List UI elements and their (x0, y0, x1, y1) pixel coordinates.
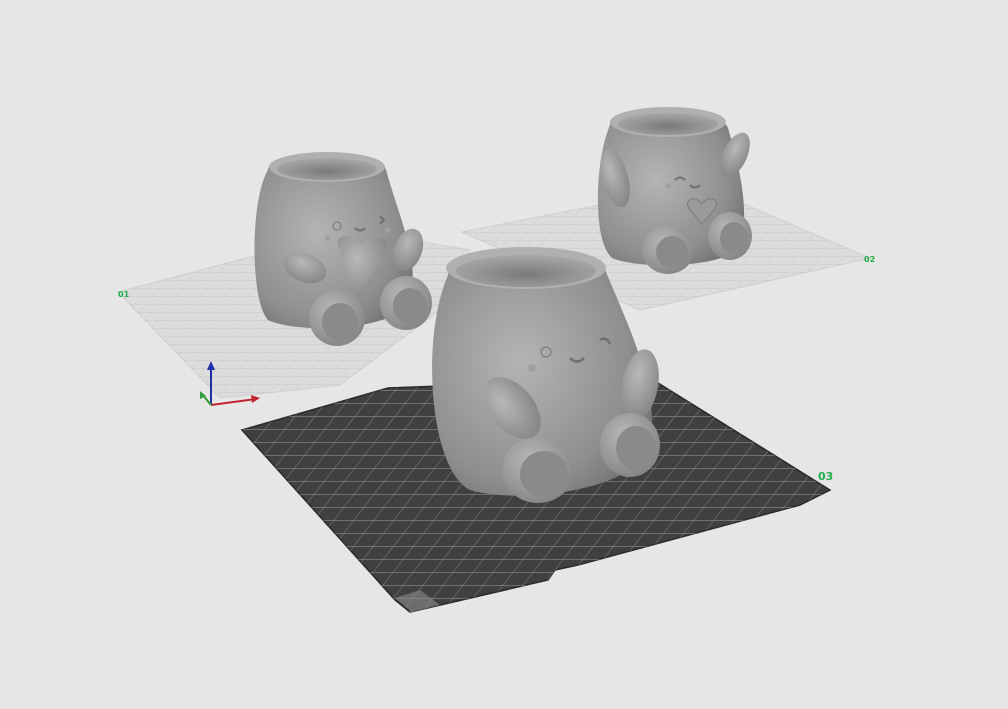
model-bear-waving[interactable] (595, 107, 756, 274)
scene[interactable]: 01 02 03 (0, 0, 1008, 709)
x-axis (210, 398, 257, 406)
plate-label: 03 (818, 470, 833, 483)
model-bear-holding-heart[interactable] (254, 152, 433, 346)
3d-viewport[interactable]: 01 02 03 (0, 0, 1008, 709)
plate-label: 02 (864, 255, 875, 264)
plate-label: 01 (118, 290, 130, 299)
